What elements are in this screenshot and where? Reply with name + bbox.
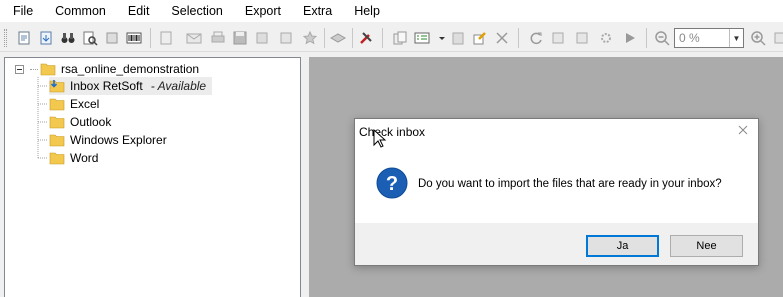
toolbar-grip[interactable] bbox=[4, 29, 7, 47]
checklist-icon[interactable] bbox=[414, 30, 430, 46]
settings-icon[interactable] bbox=[598, 30, 614, 46]
import-icon[interactable] bbox=[38, 30, 54, 46]
copy-to-icon[interactable] bbox=[392, 30, 408, 46]
tools-icon[interactable] bbox=[358, 30, 374, 46]
application-window: File Common Edit Selection Export Extra … bbox=[0, 0, 783, 297]
duplicate-icon[interactable] bbox=[450, 30, 466, 46]
toolbar-separator bbox=[646, 28, 647, 48]
dialog-title: Check inbox bbox=[359, 125, 426, 139]
question-icon: ? bbox=[376, 167, 408, 199]
layers-icon[interactable] bbox=[330, 30, 346, 46]
menu-file[interactable]: File bbox=[0, 0, 42, 22]
tree-item-outlook[interactable]: Outlook bbox=[49, 113, 117, 131]
folder-icon bbox=[49, 152, 65, 165]
stamp-icon[interactable] bbox=[254, 30, 270, 46]
close-icon[interactable] bbox=[736, 123, 750, 137]
email-icon[interactable] bbox=[186, 30, 202, 46]
play-icon[interactable] bbox=[622, 30, 638, 46]
page-paste-icon[interactable] bbox=[574, 30, 590, 46]
tree-item-label: Inbox RetSoft bbox=[70, 79, 143, 93]
zoom-out-icon[interactable] bbox=[654, 30, 670, 46]
folder-tree: rsa_online_demonstration Inbox RetSoft -… bbox=[4, 57, 301, 297]
toolbar: 0 % ▼ bbox=[0, 24, 783, 52]
print-icon[interactable] bbox=[210, 30, 226, 46]
tree-item-windows-explorer[interactable]: Windows Explorer bbox=[49, 131, 173, 149]
folder-icon bbox=[49, 98, 65, 111]
folder-icon bbox=[49, 134, 65, 147]
chevron-down-icon[interactable]: ▼ bbox=[729, 29, 743, 47]
inbox-folder-icon bbox=[49, 80, 65, 93]
toolbar-separator bbox=[518, 28, 519, 48]
tree-item-label: Windows Explorer bbox=[70, 133, 167, 147]
open-icon[interactable] bbox=[16, 30, 32, 46]
save-icon[interactable] bbox=[232, 30, 248, 46]
dialog-message: Do you want to import the files that are… bbox=[418, 178, 722, 190]
folder-icon bbox=[49, 116, 65, 129]
toolbar-separator bbox=[352, 28, 353, 48]
no-button[interactable]: Nee bbox=[670, 235, 743, 257]
find-document-icon[interactable] bbox=[82, 30, 98, 46]
tree-item-label: Outlook bbox=[70, 115, 112, 129]
export-icon[interactable] bbox=[158, 30, 174, 46]
tree-item-word[interactable]: Word bbox=[49, 149, 104, 167]
menu-export[interactable]: Export bbox=[232, 0, 290, 22]
menu-help[interactable]: Help bbox=[341, 0, 389, 22]
zoom-value: 0 % bbox=[679, 31, 700, 45]
check-inbox-dialog: Check inbox ? Do you want to import the … bbox=[354, 118, 759, 266]
dialog-button-bar: Ja Nee bbox=[355, 223, 758, 265]
yes-button[interactable]: Ja bbox=[586, 235, 659, 257]
scissors-icon[interactable] bbox=[494, 30, 510, 46]
toolbar-separator bbox=[382, 28, 383, 48]
tree-item-inbox-retsoft[interactable]: Inbox RetSoft - Available bbox=[49, 77, 213, 95]
menu-extra[interactable]: Extra bbox=[290, 0, 341, 22]
tree-root-node[interactable]: rsa_online_demonstration bbox=[15, 61, 199, 77]
tree-item-label: Excel bbox=[70, 97, 100, 111]
edit-icon[interactable] bbox=[472, 30, 488, 46]
svg-text:?: ? bbox=[386, 173, 398, 195]
refresh-icon[interactable] bbox=[528, 30, 544, 46]
menu-bar: File Common Edit Selection Export Extra … bbox=[0, 0, 783, 22]
collapse-toggle[interactable] bbox=[15, 64, 24, 74]
menu-edit[interactable]: Edit bbox=[115, 0, 159, 22]
star-icon[interactable] bbox=[302, 30, 318, 46]
zoom-select[interactable]: 0 % ▼ bbox=[674, 28, 744, 48]
tree-item-label: Word bbox=[70, 151, 99, 165]
menu-common[interactable]: Common bbox=[42, 0, 115, 22]
page-copy-icon[interactable] bbox=[550, 30, 566, 46]
menu-selection[interactable]: Selection bbox=[158, 0, 231, 22]
barcode-icon[interactable] bbox=[126, 30, 142, 46]
binoculars-icon[interactable] bbox=[60, 30, 76, 46]
toolbar-separator bbox=[324, 28, 325, 48]
folder-icon bbox=[40, 63, 56, 76]
tree-item-excel[interactable]: Excel bbox=[49, 95, 105, 113]
fit-page-icon[interactable] bbox=[772, 30, 783, 46]
availability-status: - Available bbox=[150, 79, 207, 93]
scan-icon[interactable] bbox=[104, 30, 120, 46]
note-icon[interactable] bbox=[278, 30, 294, 46]
zoom-in-icon[interactable] bbox=[750, 30, 766, 46]
chevron-down-icon[interactable] bbox=[434, 30, 445, 46]
toolbar-separator bbox=[150, 28, 151, 48]
tree-root-label: rsa_online_demonstration bbox=[61, 62, 200, 76]
